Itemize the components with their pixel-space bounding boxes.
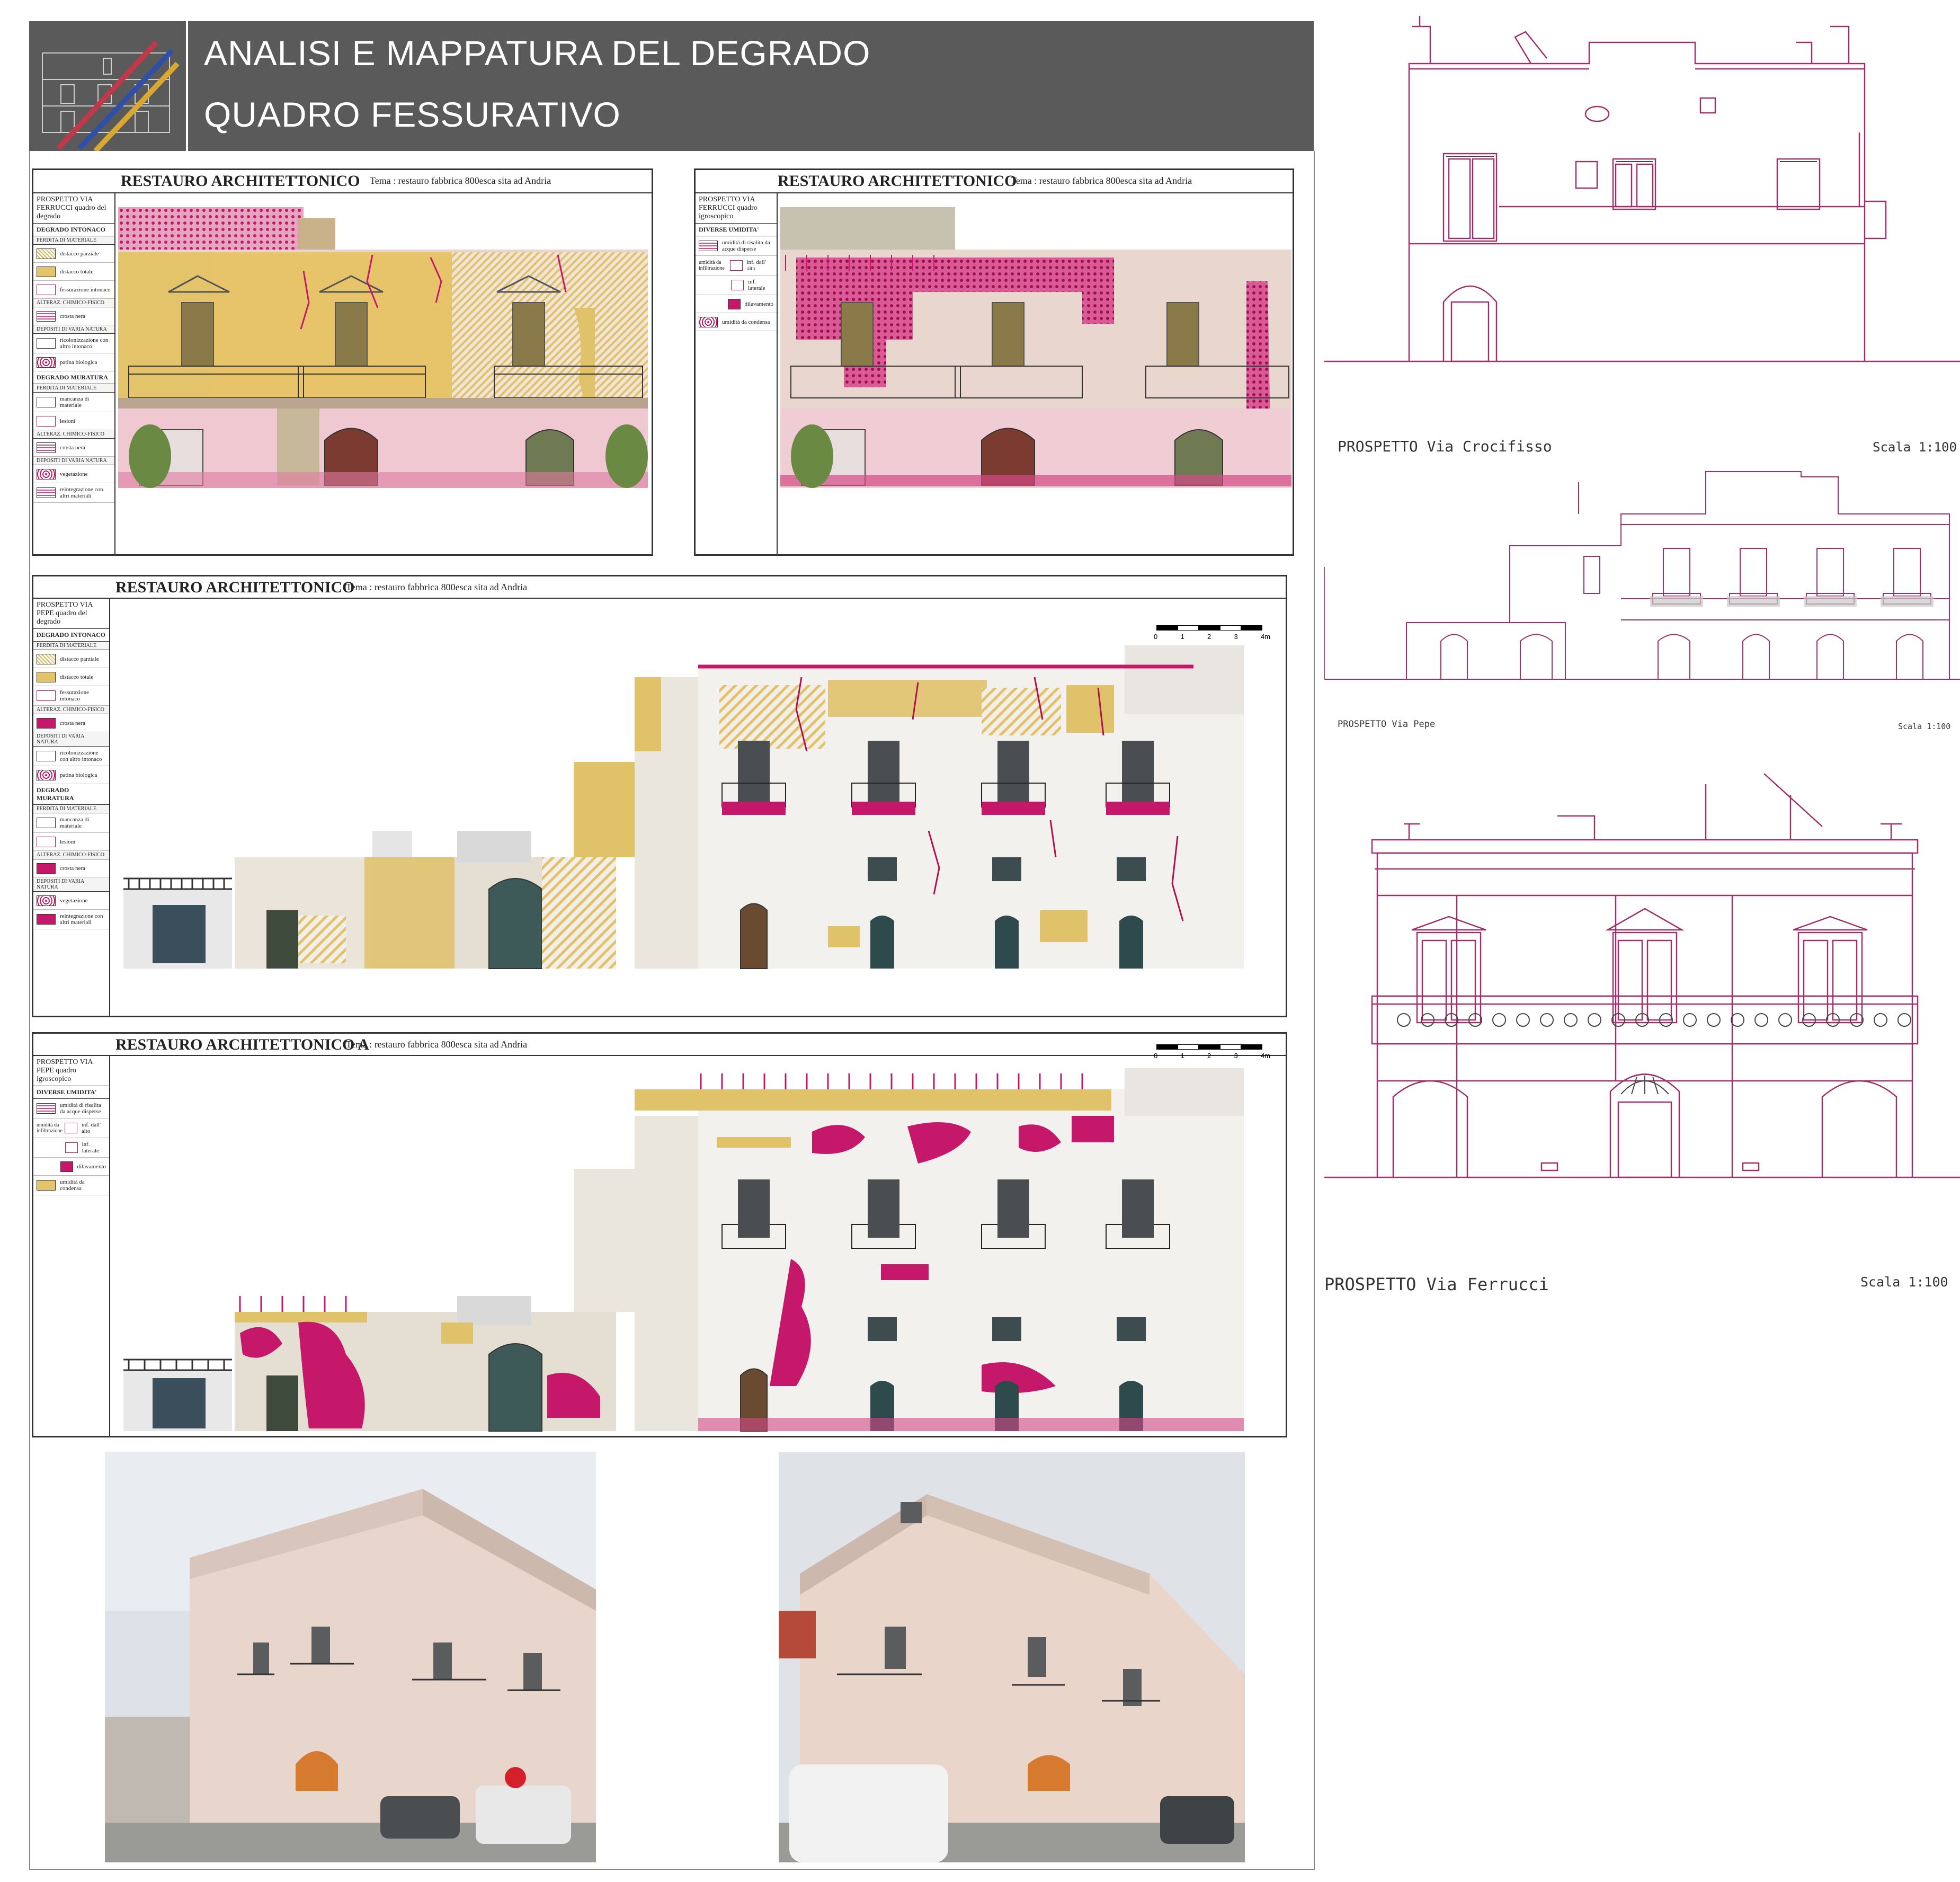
facade-pepe-igroscopico-map — [123, 1068, 1244, 1432]
legend-heading: PROSPETTO VIA FERRUCCI quadro igroscopic… — [696, 193, 777, 224]
legend-item: lesioni — [33, 833, 109, 851]
elevation-label: PROSPETTO Via Ferrucci — [1324, 1274, 1549, 1294]
legend-subsection: ALTERAZ. CHIMICO-FISICO — [33, 851, 109, 859]
legend-item: umidità di risalita da acque disperse — [696, 236, 777, 256]
legend-section: DEGRADO INTONACO — [33, 224, 114, 236]
legend-subsection: DEPOSITI DI VARIA NATURA — [33, 877, 109, 892]
legend-item: umidità da infiltrazione inf. dall' alto — [33, 1118, 109, 1138]
legend-subsection: ALTERAZ. CHIMICO-FISICO — [33, 430, 114, 439]
legend-item: distacco parziale — [33, 245, 114, 263]
page-subtitle: QUADRO FESSURATIVO — [204, 95, 621, 134]
legend-item: fessurazione intonaco — [33, 281, 114, 299]
legend-item: mancanza di materiale — [33, 813, 109, 833]
legend-section: DEGRADO MURATURA — [33, 371, 114, 384]
elevation-scale: Scala 1:100 — [1860, 1274, 1948, 1290]
legend-heading: PROSPETTO VIA FERRUCCI quadro del degrad… — [33, 193, 114, 224]
panel-tema: Tema : restauro fabbrica 800esca sita ad… — [370, 175, 551, 186]
panel-title: RESTAURO ARCHITETTONICO A — [115, 1036, 370, 1053]
title-banner: ANALISI E MAPPATURA DEL DEGRADO QUADRO F… — [29, 21, 1314, 153]
legend-item: distacco totale — [33, 668, 109, 686]
legend-subsection: PERDITA DI MATERIALE — [33, 384, 114, 393]
legend-item: vegetazione — [33, 892, 109, 910]
legend-subsection: PERDITA DI MATERIALE — [33, 236, 114, 245]
legend-item: crosta nera — [33, 859, 109, 877]
legend-subsection: DEPOSITI DI VARIA NATURA — [33, 325, 114, 334]
elevation-scale: Scala 1:100 — [1898, 722, 1951, 731]
elevation-via-crocifisso — [1324, 16, 1960, 362]
scale-bar — [1156, 625, 1262, 631]
legend-item: crosta nera — [33, 714, 109, 732]
panel-title: RESTAURO ARCHITETTONICO — [778, 172, 1017, 190]
legend-item: crosta nera — [33, 307, 114, 325]
legend-item: crosta nera — [33, 439, 114, 457]
legend-heading: PROSPETTO VIA PEPE quadro igroscopico — [33, 1056, 109, 1086]
legend-item: fessurazione intonaco — [33, 686, 109, 706]
panel-title: RESTAURO ARCHITETTONICO — [115, 579, 355, 596]
legend-item: umidità da condensa — [33, 1176, 109, 1195]
legend-item: ricolonizzazione con altro intonaco — [33, 334, 114, 353]
legend-item: lesioni — [33, 412, 114, 430]
legend-section: DEGRADO INTONACO — [33, 629, 109, 642]
legend-item: ricolonizzazione con altro intonaco — [33, 747, 109, 766]
legend-subsection: DEPOSITI DI VARIA NATURA — [33, 732, 109, 747]
elevation-via-pepe — [1324, 471, 1960, 680]
banner-thumbnail — [29, 21, 188, 153]
legend-section: DIVERSE UMIDITA' — [33, 1086, 109, 1099]
legend-item: inf. laterale — [33, 1138, 109, 1158]
photo-building-corner-left — [105, 1452, 596, 1862]
legend: PROSPETTO VIA PEPE quadro del degrado DE… — [33, 599, 110, 1017]
legend-section: DIVERSE UMIDITA' — [696, 224, 777, 236]
legend-item: mancanza di materiale — [33, 393, 114, 412]
legend-item: distacco totale — [33, 263, 114, 281]
legend: PROSPETTO VIA PEPE quadro igroscopico DI… — [33, 1056, 110, 1437]
legend-item: reintegrazione con altri materiali — [33, 483, 114, 503]
panel-title: RESTAURO ARCHITETTONICO — [121, 172, 360, 190]
facade-ferrucci-degrado-map — [118, 207, 648, 552]
scale-bar-labels: 01234m — [1154, 1052, 1270, 1060]
photo-building-corner-right — [779, 1452, 1245, 1862]
legend-heading: PROSPETTO VIA PEPE quadro del degrado — [33, 599, 109, 629]
legend-item: distacco parziale — [33, 650, 109, 668]
elevation-scale: Scala 1:100 — [1873, 440, 1957, 455]
elevation-label: PROSPETTO Via Pepe — [1338, 719, 1436, 730]
legend-subsection: ALTERAZ. CHIMICO-FISICO — [33, 299, 114, 307]
legend-subsection: PERDITA DI MATERIALE — [33, 642, 109, 650]
legend-subsection: PERDITA DI MATERIALE — [33, 805, 109, 813]
panel-tema: Tema : restauro fabbrica 800esca sita ad… — [346, 582, 528, 592]
legend-item: dilavamento — [33, 1158, 109, 1176]
legend: PROSPETTO VIA FERRUCCI quadro del degrad… — [33, 193, 115, 555]
legend-item: patina biologica — [33, 353, 114, 371]
page-title: ANALISI E MAPPATURA DEL DEGRADO — [204, 33, 871, 73]
panel-pepe-degrado: RESTAURO ARCHITETTONICO Tema : restauro … — [32, 575, 1287, 1017]
legend-section: DEGRADO MURATURA — [33, 784, 109, 805]
panel-ferrucci-igroscopico: RESTAURO ARCHITETTONICO Tema : restauro … — [694, 168, 1294, 556]
elevation-label: PROSPETTO Via Crocifisso — [1338, 438, 1552, 455]
legend-item: dilavamento — [696, 295, 777, 313]
elevation-via-ferrucci — [1324, 773, 1960, 1178]
panel-tema: Tema : restauro fabbrica 800esca sita ad… — [346, 1039, 528, 1050]
facade-pepe-degrado-map — [123, 645, 1244, 969]
scale-bar-labels: 01234m — [1154, 633, 1270, 641]
legend-subsection: DEPOSITI DI VARIA NATURA — [33, 457, 114, 465]
legend-item: reintegrazione con altri materiali — [33, 910, 109, 929]
legend-item: umidità da infiltrazione inf. dall' alto — [696, 256, 777, 276]
panel-pepe-igroscopico: RESTAURO ARCHITETTONICO A Tema : restaur… — [32, 1032, 1287, 1437]
legend-item: umidità da condensa — [696, 313, 777, 331]
legend: PROSPETTO VIA FERRUCCI quadro igroscopic… — [696, 193, 778, 555]
legend-subsection: ALTERAZ. CHIMICO-FISICO — [33, 706, 109, 714]
legend-item: inf. laterale — [696, 276, 777, 295]
panel-ferrucci-degrado: RESTAURO ARCHITETTONICO Tema : restauro … — [32, 168, 653, 556]
scale-bar — [1156, 1044, 1262, 1050]
legend-item: patina biologica — [33, 766, 109, 784]
legend-item: vegetazione — [33, 465, 114, 483]
legend-item: umidità di risalita da acque disperse — [33, 1099, 109, 1118]
facade-ferrucci-igroscopico-map — [780, 207, 1291, 552]
panel-tema: Tema : restauro fabbrica 800esca sita ad… — [1011, 175, 1192, 186]
